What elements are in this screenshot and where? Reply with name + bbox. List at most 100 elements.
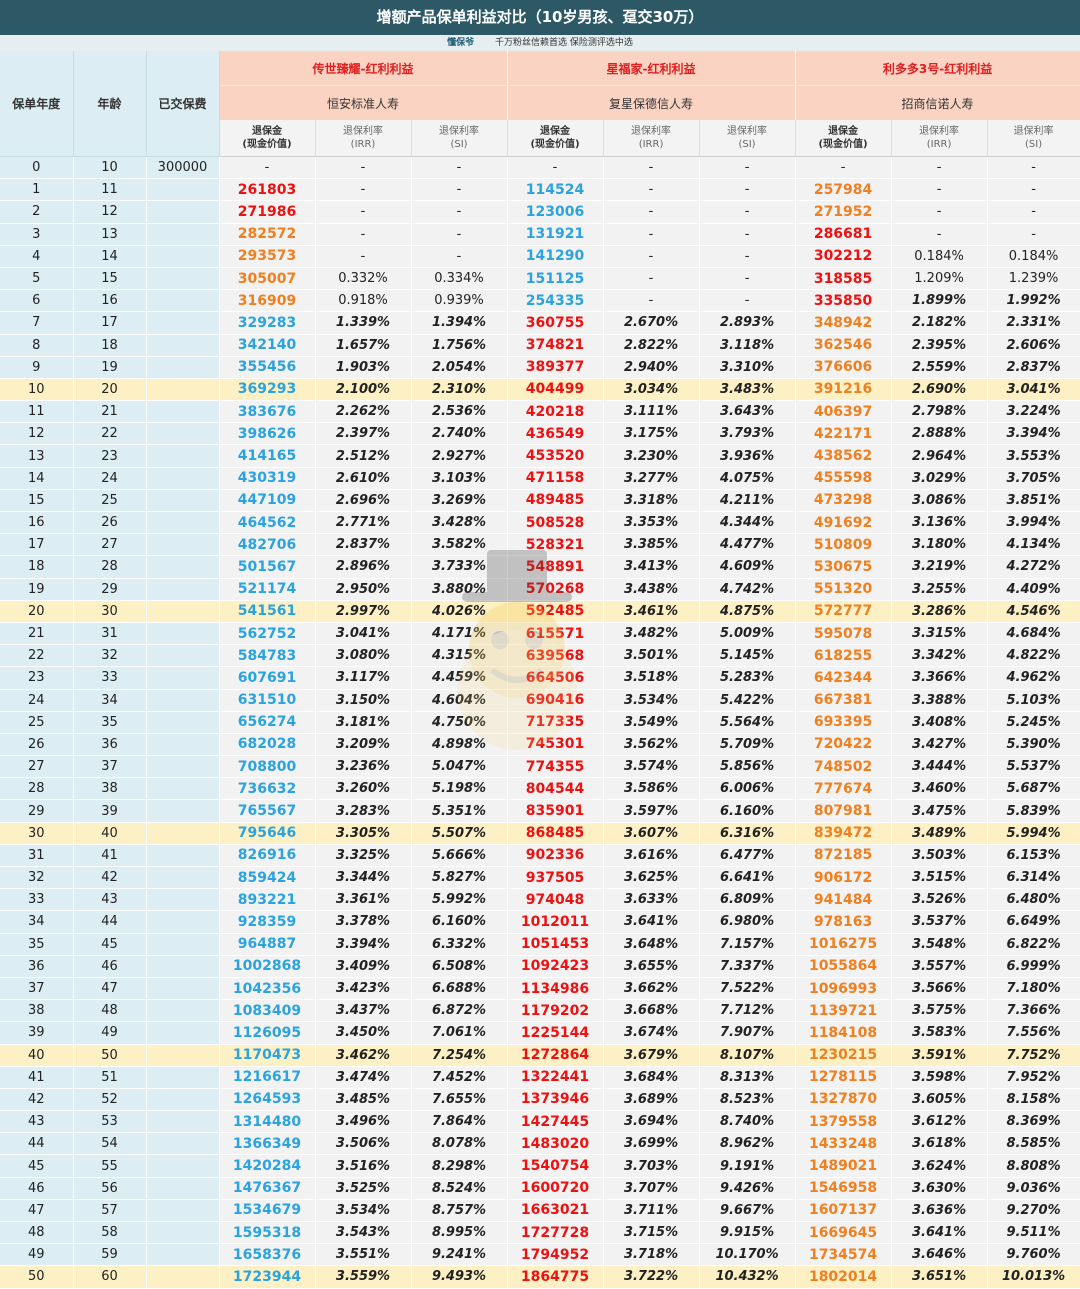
cash-value-cell: 826916 xyxy=(219,844,316,868)
year-cell: 10 xyxy=(0,378,74,402)
irr-cell: 3.175% xyxy=(603,422,700,446)
irr-cell: 3.549% xyxy=(603,711,700,734)
cash-value-cell: 1314480 xyxy=(219,1110,316,1134)
paid-premium-cell xyxy=(146,733,220,757)
irr-cell: - xyxy=(891,223,988,246)
cash-value-cell: 765567 xyxy=(219,799,316,823)
table-row: 48 58 1595318 3.543% 8.995% 1727728 3.715% 9.91… xyxy=(0,1221,1080,1245)
si-cell: 7.180% xyxy=(987,977,1080,1001)
paid-premium-cell xyxy=(146,799,220,823)
si-cell: 8.369% xyxy=(987,1110,1080,1134)
si-cell: 9.270% xyxy=(987,1199,1080,1223)
paid-premium-cell xyxy=(146,267,220,291)
table-row: 47 57 1534679 3.534% 8.757% 1663021 3.711% 9.66… xyxy=(0,1199,1080,1223)
age-cell: 40 xyxy=(73,822,147,845)
cash-value-cell: 717335 xyxy=(507,711,604,734)
cash-value-cell: 572777 xyxy=(795,600,892,623)
table-row: 46 56 1476367 3.525% 8.524% 1600720 3.707% 9.42… xyxy=(0,1177,1080,1200)
irr-cell: 3.277% xyxy=(603,467,700,490)
si-cell: 7.864% xyxy=(411,1110,508,1134)
paid-premium-cell xyxy=(146,378,220,402)
irr-cell: 3.209% xyxy=(315,733,412,757)
age-cell: 35 xyxy=(73,711,147,734)
si-cell: 4.026% xyxy=(411,600,508,623)
cash-value-cell: 1051453 xyxy=(507,933,604,956)
si-cell: 8.808% xyxy=(987,1154,1080,1178)
irr-cell: 3.525% xyxy=(315,1177,412,1200)
header-si-line1: 退保利率 xyxy=(727,126,768,137)
irr-cell: 3.086% xyxy=(891,489,988,513)
cash-value-cell: 383676 xyxy=(219,400,316,424)
paid-premium-cell xyxy=(146,533,220,557)
age-cell: 24 xyxy=(73,467,147,490)
irr-cell: 3.283% xyxy=(315,799,412,823)
cash-value-cell: 804544 xyxy=(507,777,604,801)
irr-cell: - xyxy=(603,200,700,224)
table-row: 26 36 682028 3.209% 4.898% 745301 3.562% 5.709%… xyxy=(0,733,1080,757)
table-row: 8 18 342140 1.657% 1.756% 374821 2.822% 3.118% 3… xyxy=(0,334,1080,357)
year-cell: 3 xyxy=(0,223,74,246)
cash-value-cell: 141290 xyxy=(507,245,604,268)
header-cash-value: 退保金 (现金价值) xyxy=(795,120,892,157)
cash-value-cell: 872185 xyxy=(795,844,892,868)
age-cell: 34 xyxy=(73,689,147,712)
header-cash-value-line2: (现金价值) xyxy=(818,139,868,150)
table-row: 23 33 607691 3.117% 4.459% 664506 3.518% 5.283%… xyxy=(0,666,1080,690)
cash-value-cell: 389377 xyxy=(507,356,604,379)
irr-cell: 3.325% xyxy=(315,844,412,868)
irr-cell: 3.482% xyxy=(603,622,700,646)
cash-value-cell: 501567 xyxy=(219,555,316,579)
year-cell: 35 xyxy=(0,933,74,956)
paid-premium-cell: 300000 xyxy=(146,156,220,180)
age-cell: 16 xyxy=(73,289,147,313)
cash-value-cell: 595078 xyxy=(795,622,892,646)
irr-cell: 3.548% xyxy=(891,933,988,956)
age-cell: 46 xyxy=(73,955,147,978)
table-row: 30 40 795646 3.305% 5.507% 868485 3.607% 6.316%… xyxy=(0,822,1080,845)
si-cell: 3.269% xyxy=(411,489,508,513)
header-si-line1: 退保利率 xyxy=(1013,126,1054,137)
table-row: 32 42 859424 3.344% 5.827% 937505 3.625% 6.641%… xyxy=(0,866,1080,890)
si-cell: 7.061% xyxy=(411,1021,508,1045)
paid-premium-cell xyxy=(146,356,220,379)
cash-value-cell: 902336 xyxy=(507,844,604,868)
si-cell: 3.793% xyxy=(699,422,796,446)
brand-name: 懂保爷 xyxy=(447,38,475,48)
table-row: 44 54 1366349 3.506% 8.078% 1483020 3.699% 8.96… xyxy=(0,1132,1080,1156)
table-row: 15 25 447109 2.696% 3.269% 489485 3.318% 4.211%… xyxy=(0,489,1080,513)
si-cell: - xyxy=(699,178,796,202)
irr-cell: 3.437% xyxy=(315,999,412,1023)
cash-value-cell: 489485 xyxy=(507,489,604,513)
year-cell: 2 xyxy=(0,200,74,224)
header-year: 保单年度 xyxy=(0,51,74,157)
year-cell: 21 xyxy=(0,622,74,646)
si-cell: 5.994% xyxy=(987,822,1080,845)
header-irr: 退保利率 (IRR) xyxy=(603,120,700,157)
irr-cell: 3.219% xyxy=(891,555,988,579)
age-cell: 13 xyxy=(73,223,147,246)
si-cell: 3.994% xyxy=(987,511,1080,535)
age-cell: 43 xyxy=(73,888,147,912)
irr-cell: 2.798% xyxy=(891,400,988,424)
si-cell: 0.184% xyxy=(987,245,1080,268)
paid-premium-cell xyxy=(146,1265,220,1289)
year-cell: 14 xyxy=(0,467,74,490)
irr-cell: 3.711% xyxy=(603,1199,700,1223)
irr-cell: 2.395% xyxy=(891,334,988,357)
cash-value-cell: 374821 xyxy=(507,334,604,357)
cash-value-cell: 1427445 xyxy=(507,1110,604,1134)
table-row: 29 39 765567 3.283% 5.351% 835901 3.597% 6.160%… xyxy=(0,799,1080,823)
si-cell: 3.553% xyxy=(987,444,1080,468)
paid-premium-cell xyxy=(146,489,220,513)
cash-value-cell: 1433248 xyxy=(795,1132,892,1156)
irr-cell: 2.837% xyxy=(315,533,412,557)
table-row: 14 24 430319 2.610% 3.103% 471158 3.277% 4.075%… xyxy=(0,467,1080,490)
si-cell: - xyxy=(987,223,1080,246)
irr-cell: 3.409% xyxy=(315,955,412,978)
si-cell: - xyxy=(699,245,796,268)
irr-cell: 3.318% xyxy=(603,489,700,513)
paid-premium-cell xyxy=(146,422,220,446)
year-cell: 34 xyxy=(0,910,74,934)
cash-value-cell: 1096993 xyxy=(795,977,892,1001)
cash-value-cell: 1216617 xyxy=(219,1066,316,1089)
